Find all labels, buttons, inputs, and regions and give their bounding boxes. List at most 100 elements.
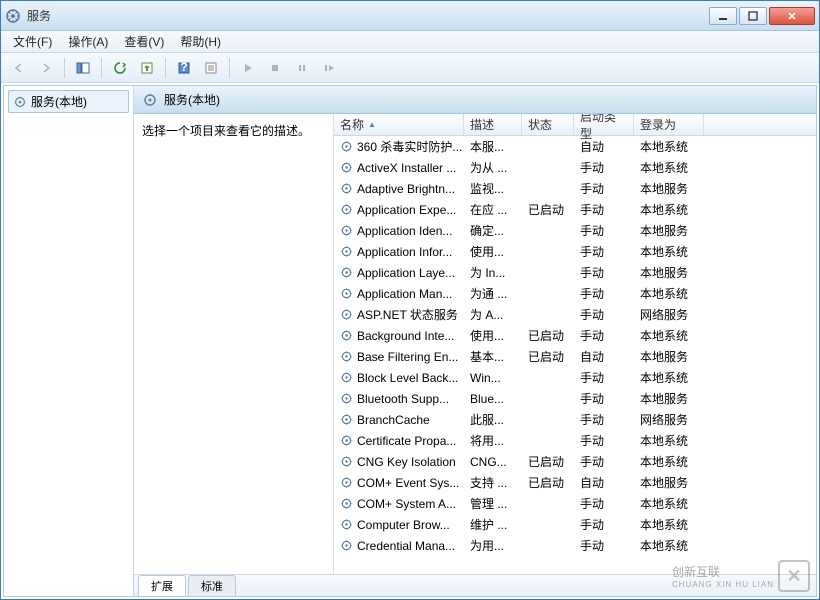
cell-desc: 监视... — [464, 180, 522, 197]
cell-desc: Blue... — [464, 392, 522, 406]
table-row[interactable]: Block Level Back...Win...手动本地系统 — [334, 367, 816, 388]
pause-service-button[interactable] — [290, 56, 314, 80]
refresh-button[interactable] — [108, 56, 132, 80]
table-row[interactable]: COM+ Event Sys...支持 ...已启动自动本地服务 — [334, 472, 816, 493]
forward-button[interactable] — [34, 56, 58, 80]
start-service-button[interactable] — [236, 56, 260, 80]
cell-startup: 自动 — [574, 348, 634, 365]
cell-startup: 手动 — [574, 432, 634, 449]
table-row[interactable]: Credential Mana...为用...手动本地系统 — [334, 535, 816, 556]
cell-logon: 本地系统 — [634, 138, 704, 155]
cell-name: COM+ Event Sys... — [334, 476, 464, 490]
col-startup[interactable]: 启动类型 — [574, 114, 634, 135]
col-status[interactable]: 状态 — [522, 114, 574, 135]
cell-startup: 手动 — [574, 327, 634, 344]
cell-status: 已启动 — [522, 348, 574, 365]
table-row[interactable]: Bluetooth Supp...Blue... 手动本地服务 — [334, 388, 816, 409]
stop-service-button[interactable] — [263, 56, 287, 80]
cell-desc: Win... — [464, 371, 522, 385]
show-hide-tree-button[interactable] — [71, 56, 95, 80]
table-row[interactable]: Adaptive Brightn...监视...手动本地服务 — [334, 178, 816, 199]
tree-root-item[interactable]: 服务(本地) — [8, 90, 129, 113]
cell-name: ActiveX Installer ... — [334, 161, 464, 175]
minimize-button[interactable] — [709, 7, 737, 25]
cell-desc: 为 In... — [464, 264, 522, 281]
table-row[interactable]: Application Iden...确定...手动本地服务 — [334, 220, 816, 241]
cell-desc: 使用... — [464, 243, 522, 260]
table-row[interactable]: BranchCache此服...手动网络服务 — [334, 409, 816, 430]
menu-help[interactable]: 帮助(H) — [172, 31, 229, 52]
menu-file[interactable]: 文件(F) — [5, 31, 60, 52]
export-button[interactable] — [135, 56, 159, 80]
col-desc[interactable]: 描述 — [464, 114, 522, 135]
cell-name: Bluetooth Supp... — [334, 392, 464, 406]
cell-logon: 本地服务 — [634, 180, 704, 197]
table-row[interactable]: Computer Brow...维护 ...手动本地系统 — [334, 514, 816, 535]
table-row[interactable]: Base Filtering En...基本...已启动自动本地服务 — [334, 346, 816, 367]
cell-logon: 本地系统 — [634, 369, 704, 386]
cell-desc: 基本... — [464, 348, 522, 365]
back-button[interactable] — [7, 56, 31, 80]
table-row[interactable]: ASP.NET 状态服务为 A...手动网络服务 — [334, 304, 816, 325]
table-row[interactable]: Background Inte...使用...已启动手动本地系统 — [334, 325, 816, 346]
menubar: 文件(F) 操作(A) 查看(V) 帮助(H) — [1, 31, 819, 53]
table-row[interactable]: Application Man...为通 ...手动本地系统 — [334, 283, 816, 304]
cell-logon: 本地服务 — [634, 390, 704, 407]
service-list: 名称 描述 状态 启动类型 登录为 360 杀毒实时防护...本服...自动本地… — [334, 114, 816, 574]
cell-logon: 本地系统 — [634, 495, 704, 512]
details-header: 服务(本地) — [134, 86, 816, 114]
cell-logon: 本地系统 — [634, 327, 704, 344]
cell-startup: 手动 — [574, 411, 634, 428]
cell-startup: 手动 — [574, 306, 634, 323]
app-icon — [5, 8, 21, 24]
table-row[interactable]: Application Infor...使用...手动本地系统 — [334, 241, 816, 262]
tab-standard[interactable]: 标准 — [188, 575, 236, 596]
maximize-button[interactable] — [739, 7, 767, 25]
cell-startup: 手动 — [574, 180, 634, 197]
cell-desc: 管理 ... — [464, 495, 522, 512]
svg-text:?: ? — [180, 61, 187, 74]
table-row[interactable]: ActiveX Installer ...为从 ...手动本地系统 — [334, 157, 816, 178]
cell-startup: 手动 — [574, 369, 634, 386]
titlebar[interactable]: 服务 — [1, 1, 819, 31]
table-row[interactable]: COM+ System A...管理 ...手动本地系统 — [334, 493, 816, 514]
cell-startup: 手动 — [574, 243, 634, 260]
separator — [229, 58, 230, 78]
cell-desc: 支持 ... — [464, 474, 522, 491]
cell-startup: 自动 — [574, 138, 634, 155]
table-row[interactable]: Application Expe...在应 ...已启动手动本地系统 — [334, 199, 816, 220]
table-row[interactable]: Certificate Propa...将用...手动本地系统 — [334, 430, 816, 451]
close-button[interactable] — [769, 7, 815, 25]
col-name[interactable]: 名称 — [334, 114, 464, 135]
table-row[interactable]: Application Laye...为 In...手动本地服务 — [334, 262, 816, 283]
cell-desc: 此服... — [464, 411, 522, 428]
watermark-brand: 创新互联 — [672, 563, 774, 580]
cell-name: Background Inte... — [334, 329, 464, 343]
cell-startup: 手动 — [574, 222, 634, 239]
menu-view[interactable]: 查看(V) — [116, 31, 172, 52]
cell-startup: 自动 — [574, 474, 634, 491]
cell-logon: 本地系统 — [634, 243, 704, 260]
help-button[interactable]: ? — [172, 56, 196, 80]
watermark-sub: CHUANG XIN HU LIAN — [672, 580, 774, 589]
description-column: 选择一个项目来查看它的描述。 — [134, 114, 334, 574]
details-header-text: 服务(本地) — [164, 91, 220, 108]
cell-logon: 本地服务 — [634, 264, 704, 281]
tree-pane[interactable]: 服务(本地) — [4, 86, 134, 596]
service-rows[interactable]: 360 杀毒实时防护...本服...自动本地系统ActiveX Installe… — [334, 136, 816, 574]
tab-extended[interactable]: 扩展 — [138, 575, 186, 596]
properties-button[interactable] — [199, 56, 223, 80]
cell-logon: 本地系统 — [634, 285, 704, 302]
col-logon[interactable]: 登录为 — [634, 114, 704, 135]
separator — [101, 58, 102, 78]
cell-startup: 手动 — [574, 264, 634, 281]
table-row[interactable]: CNG Key IsolationCNG...已启动手动本地系统 — [334, 451, 816, 472]
restart-service-button[interactable] — [317, 56, 341, 80]
cell-logon: 本地系统 — [634, 516, 704, 533]
column-headers: 名称 描述 状态 启动类型 登录为 — [334, 114, 816, 136]
table-row[interactable]: 360 杀毒实时防护...本服...自动本地系统 — [334, 136, 816, 157]
cell-startup: 手动 — [574, 201, 634, 218]
menu-action[interactable]: 操作(A) — [60, 31, 116, 52]
cell-startup: 手动 — [574, 390, 634, 407]
gear-icon — [142, 92, 158, 108]
